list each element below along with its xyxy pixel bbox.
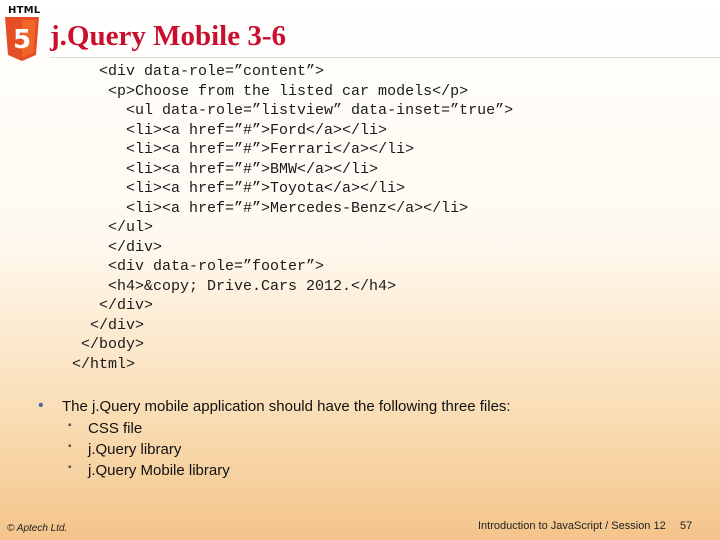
code-line: <li><a href=”#”>Ferrari</a></li> xyxy=(0,141,415,158)
page-number: 57 xyxy=(680,520,693,532)
sub-bullet-text: j.Query Mobile library xyxy=(88,462,230,479)
code-line: <div data-role=”footer”> xyxy=(0,258,325,275)
html5-logo-text: HTML xyxy=(8,5,41,16)
code-line: </body> xyxy=(0,336,145,353)
html5-logo-number: 5 xyxy=(13,25,31,55)
bullet-main-text: The j.Query mobile application should ha… xyxy=(62,398,511,415)
sub-bullet-dot-icon: ▪ xyxy=(68,441,72,452)
code-line: <li><a href=”#”>Toyota</a></li> xyxy=(0,180,406,197)
sub-bullet-dot-icon: ▪ xyxy=(68,462,72,473)
code-line: </div> xyxy=(0,297,154,314)
code-line: </html> xyxy=(0,355,136,373)
sub-bullet-text: CSS file xyxy=(88,420,143,437)
footer-course: Introduction to JavaScript / Session 12 xyxy=(478,520,666,532)
code-line: </div> xyxy=(0,238,163,256)
code-line: <li><a href=”#”>Mercedes-Benz</a></li> xyxy=(0,199,469,217)
sub-bullet-text: j.Query library xyxy=(88,441,182,458)
code-line: <li><a href=”#”>BMW</a></li> xyxy=(0,160,379,178)
code-line: <h4>&copy; Drive.Cars 2012.</h4> xyxy=(0,277,397,295)
slide-title: j.Query Mobile 3-6 xyxy=(50,20,286,52)
footer-copyright: © Aptech Ltd. xyxy=(7,523,68,534)
bullet-dot-icon: • xyxy=(38,397,44,414)
code-line: </div> xyxy=(0,316,145,334)
html5-logo: HTML 5 xyxy=(3,3,41,61)
html5-shield-icon: 5 xyxy=(5,17,39,61)
sub-bullet-dot-icon: ▪ xyxy=(68,420,72,431)
code-line: </ul> xyxy=(0,219,154,236)
title-divider xyxy=(50,57,720,58)
code-line: <div data-role=”content”> xyxy=(0,63,325,80)
code-line: <ul data-role=”listview” data-inset=”tru… xyxy=(0,102,514,119)
code-block: <div data-role=”content”> <p>Choose from… xyxy=(0,62,513,374)
code-line: <li><a href=”#”>Ford</a></li> xyxy=(0,121,388,139)
code-line: <p>Choose from the listed car models</p> xyxy=(0,82,469,100)
